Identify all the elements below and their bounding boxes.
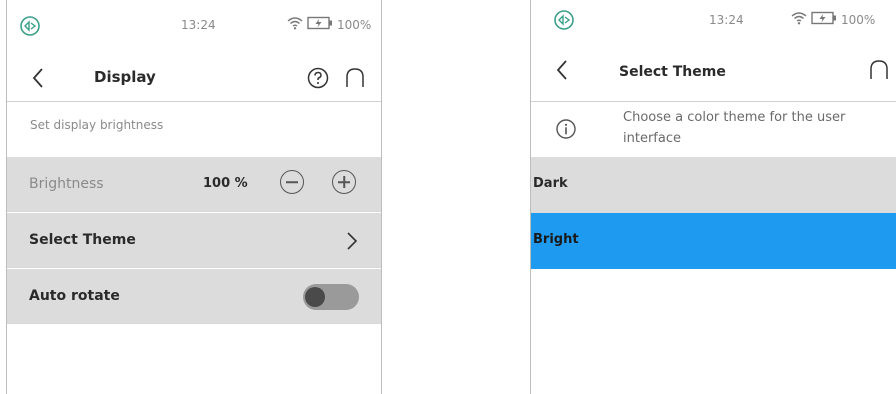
home-icon[interactable] bbox=[867, 58, 891, 82]
home-icon[interactable] bbox=[343, 66, 367, 90]
status-indicators: 100% bbox=[287, 15, 371, 34]
info-text: Choose a color theme for the user interf… bbox=[623, 110, 846, 146]
decrease-brightness-button[interactable] bbox=[280, 170, 304, 194]
device-logo-icon bbox=[19, 15, 41, 37]
battery-charging-icon bbox=[811, 10, 837, 29]
status-time: 13:24 bbox=[181, 18, 216, 32]
page-title: Display bbox=[94, 68, 156, 86]
info-icon bbox=[555, 118, 577, 140]
wifi-icon bbox=[287, 15, 303, 34]
device-logo-icon bbox=[553, 9, 575, 31]
theme-option-label: Dark bbox=[533, 176, 568, 191]
theme-option-dark[interactable]: Dark bbox=[531, 157, 896, 213]
back-arrow-icon[interactable] bbox=[553, 58, 571, 82]
help-icon[interactable] bbox=[306, 66, 330, 90]
brightness-label: Brightness bbox=[29, 176, 104, 192]
select-theme-screen: 13:24 100% Select Theme Choose a color t… bbox=[530, 0, 896, 394]
status-indicators: 100% bbox=[791, 10, 875, 29]
display-screen: 13:24 100% Display Set display brightnes… bbox=[6, 0, 382, 394]
back-arrow-icon[interactable] bbox=[29, 66, 47, 90]
battery-percent: 100% bbox=[337, 17, 372, 32]
brightness-row: Brightness 100 % bbox=[7, 157, 381, 212]
auto-rotate-row: Auto rotate bbox=[7, 269, 381, 324]
chevron-right-icon bbox=[345, 231, 359, 251]
wifi-icon bbox=[791, 10, 807, 29]
auto-rotate-toggle[interactable] bbox=[303, 284, 359, 310]
battery-percent: 100% bbox=[841, 12, 876, 27]
status-time: 13:24 bbox=[709, 13, 744, 27]
header: Display bbox=[7, 56, 381, 102]
status-bar: 13:24 100% bbox=[7, 0, 381, 57]
select-theme-row[interactable]: Select Theme bbox=[7, 213, 381, 268]
header: Select Theme bbox=[531, 44, 896, 102]
select-theme-label: Select Theme bbox=[29, 232, 136, 248]
status-bar: 13:24 100% bbox=[531, 0, 896, 45]
battery-charging-icon bbox=[307, 15, 333, 34]
theme-option-label: Bright bbox=[533, 232, 579, 247]
info-row: Choose a color theme for the user interf… bbox=[531, 101, 896, 158]
increase-brightness-button[interactable] bbox=[332, 170, 356, 194]
brightness-hint: Set display brightness bbox=[30, 118, 164, 132]
auto-rotate-label: Auto rotate bbox=[29, 288, 120, 304]
brightness-value: 100 % bbox=[203, 176, 248, 191]
page-title: Select Theme bbox=[619, 64, 726, 80]
theme-option-bright[interactable]: Bright bbox=[531, 213, 896, 269]
toggle-knob bbox=[305, 287, 325, 307]
